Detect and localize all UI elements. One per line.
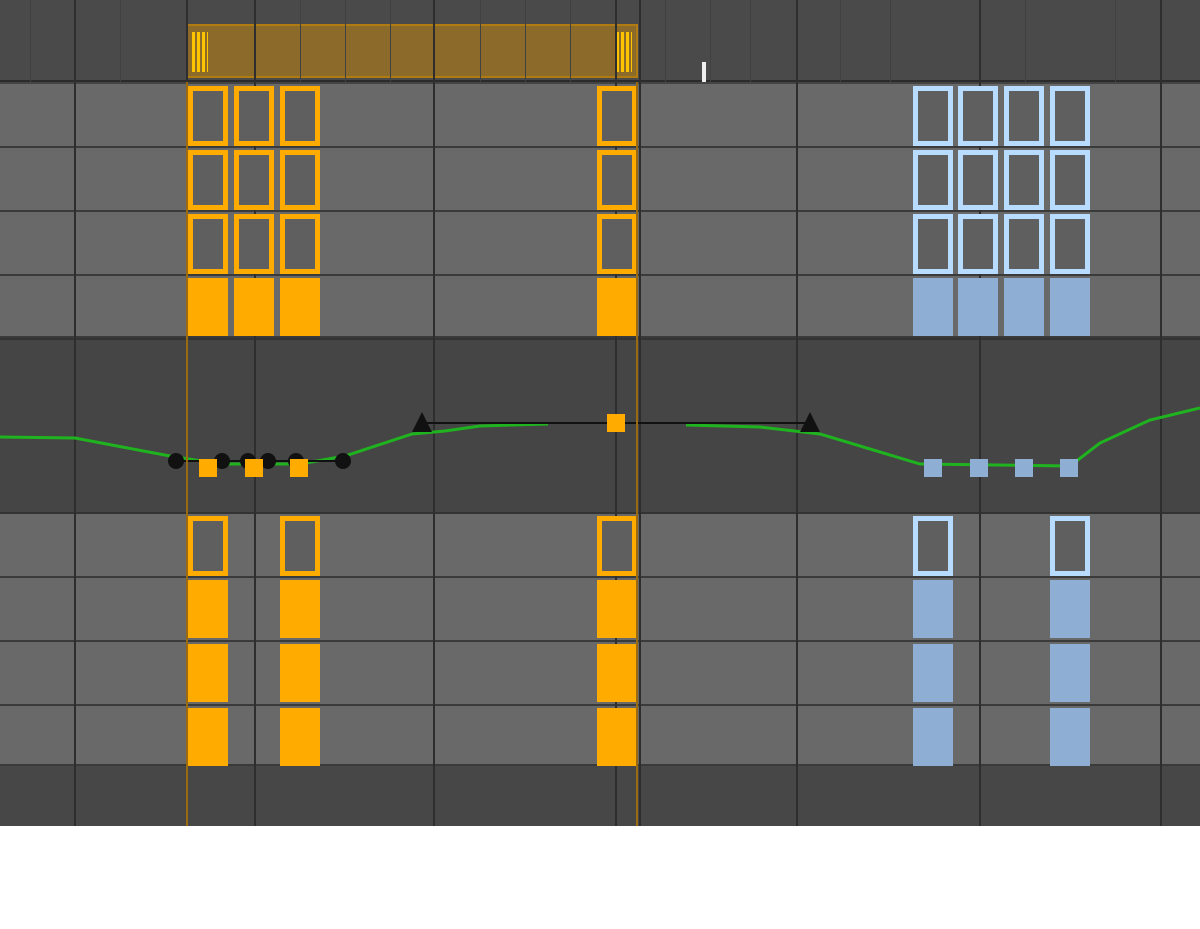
selected-keyframe[interactable] <box>188 278 228 336</box>
selected-keyframe[interactable] <box>913 86 953 146</box>
animation-curve-graph[interactable] <box>0 338 1200 514</box>
selected-keyframe[interactable] <box>958 86 998 146</box>
animation-curve[interactable] <box>685 406 1200 468</box>
grid-line <box>30 0 31 82</box>
selected-keyframe[interactable] <box>913 708 953 766</box>
selected-keyframe[interactable] <box>597 278 637 336</box>
range-handle-icon[interactable] <box>192 32 208 72</box>
selected-keyframe[interactable] <box>280 150 320 210</box>
selected-keyframe[interactable] <box>597 516 637 576</box>
selected-keyframe[interactable] <box>234 150 274 210</box>
selected-keyframe[interactable] <box>1050 278 1090 336</box>
grid-line <box>345 0 346 82</box>
selected-curve-key[interactable] <box>199 459 217 477</box>
selected-keyframe[interactable] <box>280 644 320 702</box>
dopesheet-editor[interactable] <box>0 0 1200 826</box>
selected-keyframe[interactable] <box>280 86 320 146</box>
selected-curve-key[interactable] <box>290 459 308 477</box>
grid-line <box>1115 0 1116 82</box>
grid-line <box>1025 0 1026 82</box>
selected-curve-key[interactable] <box>245 459 263 477</box>
grid-line <box>890 0 891 82</box>
curve-key[interactable] <box>970 459 988 477</box>
selected-keyframe[interactable] <box>280 214 320 274</box>
selected-keyframe[interactable] <box>597 214 637 274</box>
selected-keyframe[interactable] <box>1050 644 1090 702</box>
selected-keyframe[interactable] <box>913 214 953 274</box>
selected-keyframe[interactable] <box>234 214 274 274</box>
grid-line <box>665 0 666 82</box>
tangent-handle-icon[interactable] <box>335 453 351 469</box>
selected-keyframe[interactable] <box>597 580 637 638</box>
selected-keyframe[interactable] <box>1050 214 1090 274</box>
selected-curve-key[interactable] <box>607 414 625 432</box>
selected-keyframe[interactable] <box>597 86 637 146</box>
grid-line <box>750 0 751 82</box>
selected-keyframe[interactable] <box>1050 580 1090 638</box>
selected-keyframe[interactable] <box>1050 86 1090 146</box>
selected-keyframe[interactable] <box>280 516 320 576</box>
grid-line <box>840 0 841 82</box>
selected-keyframe[interactable] <box>280 708 320 766</box>
grid-line <box>480 0 481 82</box>
curve-key[interactable] <box>1060 459 1078 477</box>
selected-keyframe[interactable] <box>597 644 637 702</box>
curve-key[interactable] <box>924 459 942 477</box>
curve-key[interactable] <box>1015 459 1033 477</box>
selected-keyframe[interactable] <box>958 278 998 336</box>
selected-keyframe[interactable] <box>280 278 320 336</box>
selected-keyframe[interactable] <box>188 644 228 702</box>
selected-keyframe[interactable] <box>1004 150 1044 210</box>
selected-keyframe[interactable] <box>913 644 953 702</box>
grid-line <box>300 0 301 82</box>
selected-keyframe[interactable] <box>597 708 637 766</box>
grid-line <box>525 0 526 82</box>
range-handle-icon[interactable] <box>616 32 632 72</box>
selected-keyframe[interactable] <box>188 580 228 638</box>
selected-keyframe[interactable] <box>234 86 274 146</box>
selected-keyframe[interactable] <box>280 580 320 638</box>
selected-keyframe[interactable] <box>913 516 953 576</box>
selected-keyframe[interactable] <box>1050 516 1090 576</box>
timeline-ruler[interactable] <box>0 0 1200 82</box>
selected-keyframe[interactable] <box>1050 708 1090 766</box>
selected-keyframe[interactable] <box>1050 150 1090 210</box>
selected-keyframe[interactable] <box>1004 278 1044 336</box>
selected-keyframe[interactable] <box>188 214 228 274</box>
playhead-icon[interactable] <box>702 62 706 82</box>
selected-keyframe[interactable] <box>1004 214 1044 274</box>
selected-keyframe[interactable] <box>597 150 637 210</box>
grid-line <box>710 0 711 82</box>
grid-line <box>570 0 571 82</box>
selected-keyframe[interactable] <box>913 150 953 210</box>
selected-keyframe[interactable] <box>958 150 998 210</box>
selected-keyframe[interactable] <box>188 150 228 210</box>
selected-keyframe[interactable] <box>188 708 228 766</box>
timeline-footer <box>0 766 1200 826</box>
selected-keyframe[interactable] <box>913 580 953 638</box>
grid-line <box>120 0 121 82</box>
grid-line <box>390 0 391 82</box>
selected-keyframe[interactable] <box>1004 86 1044 146</box>
selected-keyframe[interactable] <box>958 214 998 274</box>
selected-keyframe[interactable] <box>234 278 274 336</box>
tangent-handle-icon[interactable] <box>168 453 184 469</box>
selected-keyframe[interactable] <box>188 86 228 146</box>
selected-keyframe[interactable] <box>188 516 228 576</box>
selected-keyframe[interactable] <box>913 278 953 336</box>
